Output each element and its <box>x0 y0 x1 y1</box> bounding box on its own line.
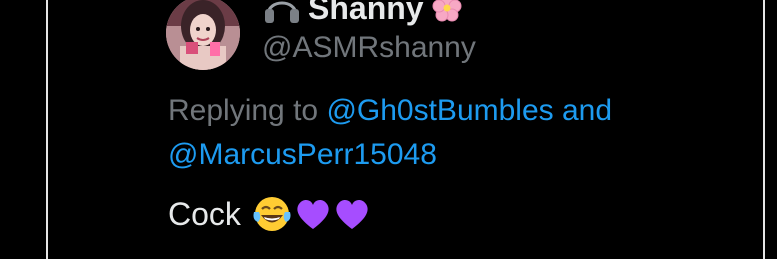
mention-link-2[interactable]: @MarcusPerr15048 <box>168 138 437 171</box>
purple-heart-emoji <box>297 199 329 229</box>
face-with-tears-of-joy-emoji <box>253 197 291 231</box>
mention-joiner[interactable]: and <box>562 94 612 127</box>
tweet-body: Cock <box>168 192 372 236</box>
tweet-text: Cock <box>168 196 241 232</box>
name-row: Shanny <box>262 0 476 28</box>
replying-to-line: Replying to @Gh0stBumbles and @MarcusPer… <box>168 89 728 177</box>
left-divider <box>46 0 48 259</box>
right-divider <box>763 0 765 259</box>
display-name[interactable]: Shanny <box>308 0 424 28</box>
avatar-image <box>166 0 240 70</box>
mention-link-1[interactable]: @Gh0stBumbles <box>326 94 553 127</box>
replying-to-label: Replying to <box>168 94 319 127</box>
tweet-header: Shanny @ASMRshanny <box>262 0 476 68</box>
purple-heart-emoji <box>336 199 368 229</box>
user-handle[interactable]: @ASMRshanny <box>262 28 476 68</box>
avatar[interactable] <box>166 0 240 70</box>
headphones-icon <box>265 1 299 23</box>
emoji-row <box>251 194 372 234</box>
cherry-blossom-icon <box>432 0 462 22</box>
